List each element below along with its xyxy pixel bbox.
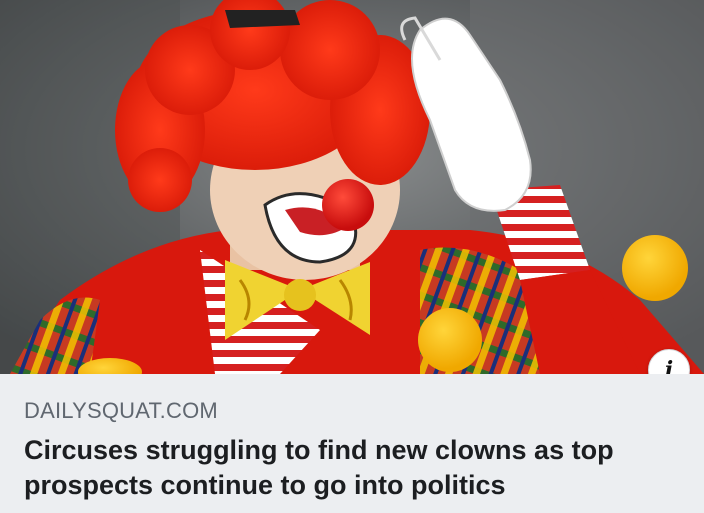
link-preview-card[interactable]: i DAILYSQUAT.COM Circuses struggling to …	[0, 0, 704, 513]
clown-photo[interactable]	[0, 0, 704, 374]
link-domain: DAILYSQUAT.COM	[24, 398, 218, 423]
link-meta[interactable]: DAILYSQUAT.COM Circuses struggling to fi…	[0, 374, 704, 513]
link-headline[interactable]: Circuses struggling to find new clowns a…	[24, 433, 684, 503]
